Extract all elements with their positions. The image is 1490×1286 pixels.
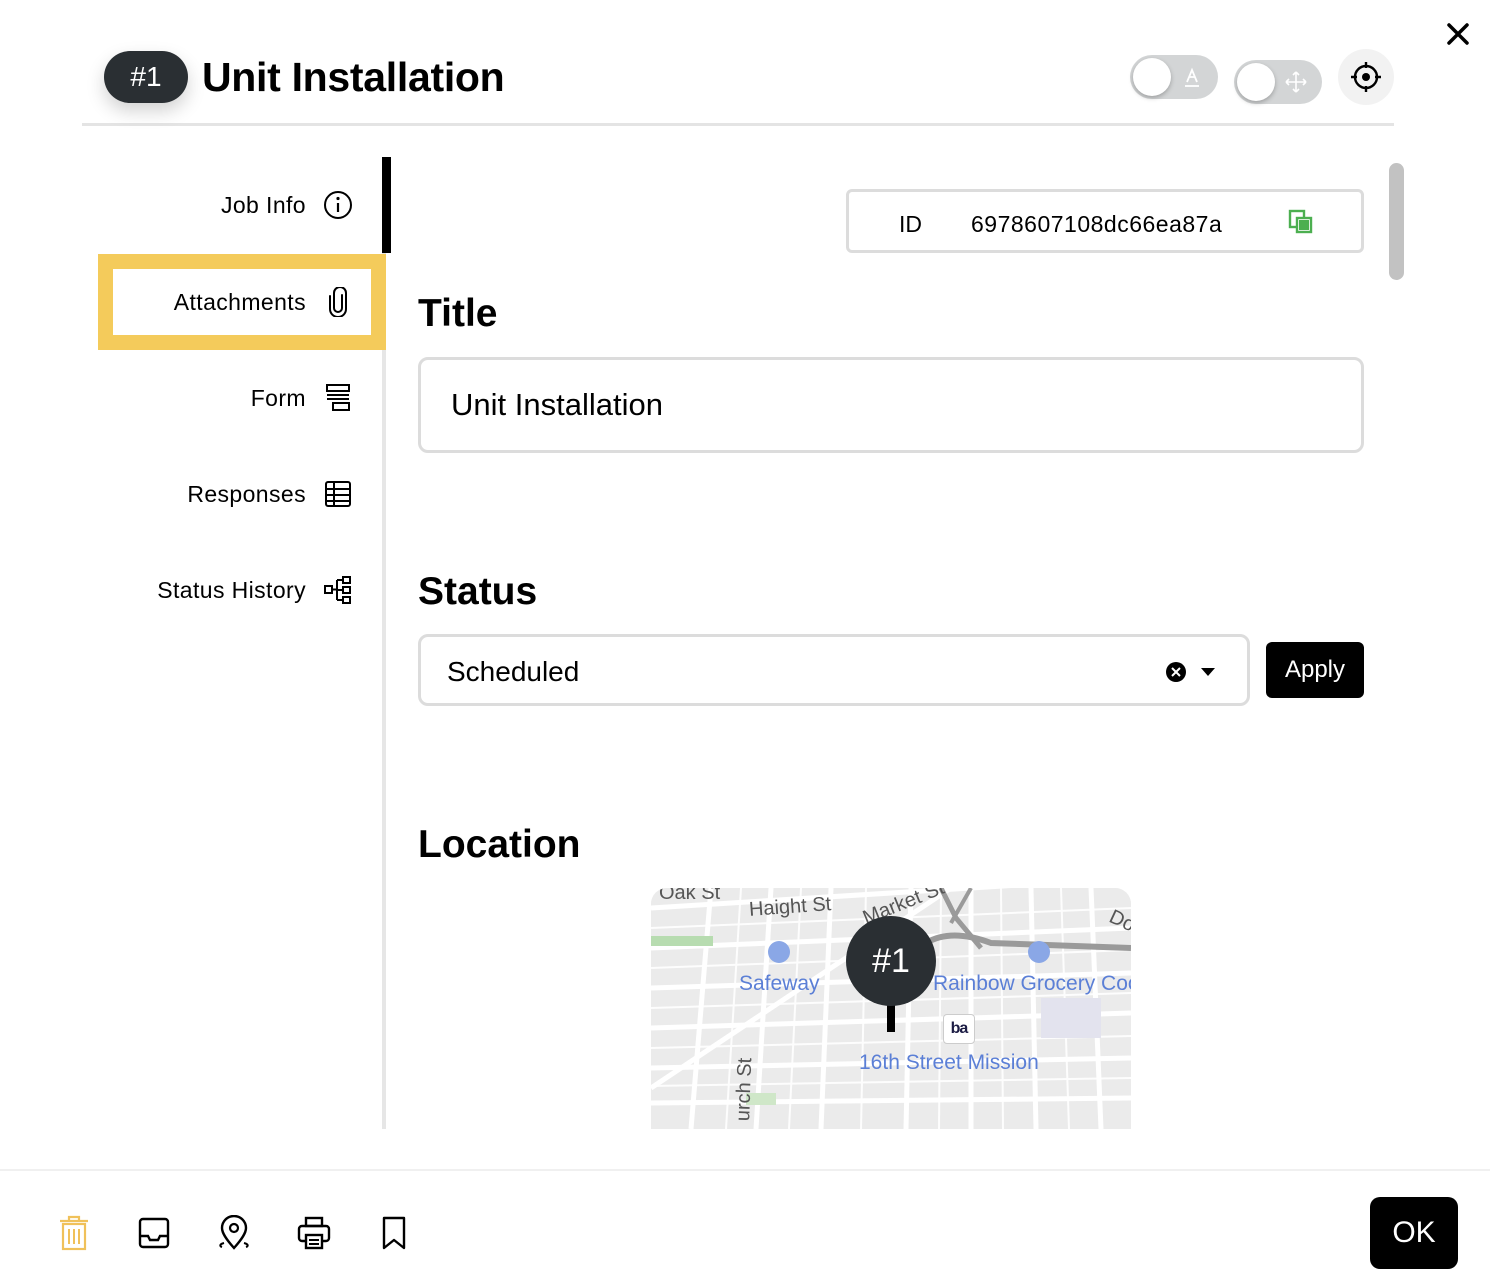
location-map[interactable]: Oak St Haight St Market St Do urch St Sa… [651,888,1131,1129]
sidebar-item-label: Form [250,384,306,411]
map-marker[interactable]: #1 [846,916,936,1006]
map-poi-label: 16th Street Mission [859,1051,1039,1074]
transit-logo: ba [943,1014,975,1044]
status-select[interactable]: Scheduled [418,634,1250,706]
job-id-box: ID 6978607108dc66ea87a [846,189,1364,253]
location-pin-button[interactable] [212,1211,256,1255]
bookmark-button[interactable] [372,1211,416,1255]
move-mode-toggle[interactable] [1234,60,1322,104]
sidebar-nav: Job Info Attachments Form Responses Stat… [98,157,391,1129]
crosshair-icon [1351,62,1381,92]
inbox-icon [138,1217,170,1249]
map-label: Oak St [659,888,721,904]
sidebar-item-label: Attachments [173,288,306,315]
toggle-knob [1133,58,1171,96]
sidebar-item-label: Job Info [220,191,306,218]
trash-icon [60,1215,88,1251]
map-poi-label: Safeway [739,972,820,995]
info-icon [322,189,354,221]
job-number-badge: #1 [104,51,188,103]
sidebar-item-status-history[interactable]: Status History [98,542,386,638]
sidebar-item-form[interactable]: Form [98,350,386,446]
delete-button[interactable] [52,1211,96,1255]
copy-icon[interactable] [1287,208,1315,236]
status-heading: Status [418,570,538,613]
ok-button[interactable]: OK [1370,1197,1458,1269]
job-title: Unit Installation [202,54,505,100]
map-pin-icon [219,1215,249,1250]
locate-button[interactable] [1338,49,1394,105]
archive-button[interactable] [132,1211,176,1255]
printer-icon [297,1216,331,1250]
chevron-down-icon[interactable] [1199,665,1217,679]
title-heading: Title [418,292,498,335]
toggle-knob [1237,63,1275,101]
content-scrollbar[interactable] [1389,163,1404,280]
map-poi-label: Rainbow Grocery Coo [933,972,1131,995]
clear-icon[interactable] [1165,661,1187,683]
text-format-icon [1185,67,1199,87]
close-button[interactable] [1438,14,1478,54]
hierarchy-icon [322,574,354,606]
id-value: 6978607108dc66ea87a [971,211,1223,237]
paperclip-icon [322,286,354,318]
text-mode-toggle[interactable] [1130,55,1218,99]
bookmark-icon [382,1216,406,1250]
status-selected-value: Scheduled [447,656,580,687]
footer-toolbar: OK [0,1169,1490,1286]
sidebar-item-attachments[interactable]: Attachments [98,254,386,350]
form-icon [322,382,354,414]
title-input[interactable] [418,357,1364,453]
sidebar-item-label: Responses [187,480,306,507]
id-label: ID [899,211,922,237]
job-header: #1 Unit Installation [82,40,1394,126]
sidebar-item-job-info[interactable]: Job Info [98,157,391,253]
move-icon [1285,71,1307,93]
close-icon [1447,23,1469,45]
location-heading: Location [418,823,581,866]
table-icon [322,478,354,510]
map-label: urch St [732,1057,757,1122]
apply-button[interactable]: Apply [1266,642,1364,698]
sidebar-item-label: Status History [157,576,306,603]
sidebar-item-responses[interactable]: Responses [98,446,386,542]
print-button[interactable] [292,1211,336,1255]
